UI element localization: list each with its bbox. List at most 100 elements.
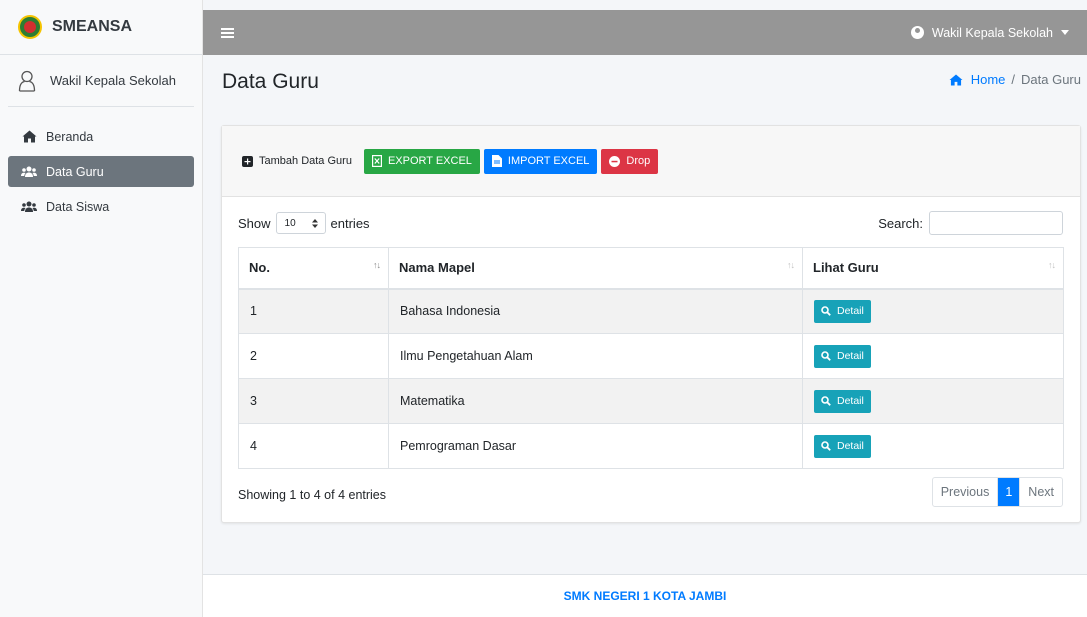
data-guru-table: No. ↑↓ Nama Mapel ↑↓ Lihat Guru ↑↓ 1 Bah… [238,247,1064,469]
column-label: Nama Mapel [399,260,475,276]
column-header-lihat-guru[interactable]: Lihat Guru ↑↓ [802,247,1064,290]
detail-button[interactable]: Detail [814,389,871,413]
table-row: 3 Matematika Detail [238,378,1064,424]
file-excel-icon [371,155,382,167]
sidebar-item-label: Data Siswa [46,199,110,214]
export-excel-button[interactable]: EXPORT EXCEL [363,148,480,174]
search-icon [821,306,831,317]
card-toolbar: Tambah Data Guru EXPORT EXCEL IMPORT EXC… [222,126,1080,197]
datatable-controls: Show 10 entries Search: [238,211,1063,235]
cell-action: Detail [802,423,1064,469]
entries-label: entries [330,215,370,231]
sidebar-item-data-guru[interactable]: Data Guru [8,156,194,187]
sidebar-item-label: Data Guru [46,164,104,179]
sidebar: SMEANSA Wakil Kepala Sekolah Beranda Dat… [0,0,203,617]
file-icon [491,155,502,167]
breadcrumb-home[interactable]: Home [949,72,1006,87]
entries-select[interactable]: 10 [275,212,326,234]
column-label: Lihat Guru [813,260,879,276]
search-icon [821,396,831,406]
cell-no: 3 [238,378,389,424]
cell-action: Detail [802,288,1064,334]
table-row: 1 Bahasa Indonesia Detail [238,288,1064,334]
topbar: Wakil Kepala Sekolah [203,10,1087,55]
table-row: 4 Pemrograman Dasar Detail [238,423,1064,469]
minus-circle-icon [609,155,621,167]
detail-button[interactable]: Detail [814,434,871,458]
entries-select-value: 10 [284,217,296,229]
detail-button[interactable]: Detail [814,344,871,368]
cell-action: Detail [802,333,1064,379]
sidebar-item-beranda[interactable]: Beranda [8,121,194,152]
pagination-page-1[interactable]: 1 [997,478,1020,506]
caret-down-icon [1061,30,1069,35]
pagination-next[interactable]: Next [1019,478,1062,506]
breadcrumb-separator: / [1011,72,1016,87]
users-icon [20,166,38,178]
breadcrumb-current: Data Guru [1021,72,1081,87]
brand-link[interactable]: SMEANSA [0,0,202,55]
import-excel-button[interactable]: IMPORT EXCEL [483,148,598,174]
user-panel[interactable]: Wakil Kepala Sekolah [8,55,194,107]
cell-mapel: Matematika [388,378,803,424]
drop-button-label: Drop [626,155,651,167]
detail-button[interactable]: Detail [814,299,871,323]
breadcrumb: Home / Data Guru [949,72,1081,87]
add-data-guru-button[interactable]: Tambah Data Guru [240,149,360,174]
sort-icon: ↑↓ [787,260,795,270]
table-row: 2 Ilmu Pengetahuan Alam Detail [238,333,1064,379]
datatable-search: Search: [878,211,1063,235]
search-label: Search: [878,215,923,231]
datatable-footer: Showing 1 to 4 of 4 entries Previous 1 N… [238,476,1063,508]
table-header-row: No. ↑↓ Nama Mapel ↑↓ Lihat Guru ↑↓ [238,247,1064,290]
page-footer: SMK NEGERI 1 KOTA JAMBI [203,574,1087,617]
home-icon [20,130,38,143]
plus-square-icon [242,155,253,167]
select-arrows-icon [311,218,318,228]
user-circle-icon [910,26,924,39]
sort-icon: ↑↓ [373,260,381,270]
detail-button-label: Detail [837,305,864,318]
sort-icon: ↑↓ [1048,260,1056,270]
pagination-previous[interactable]: Previous [933,478,998,506]
search-input[interactable] [929,211,1063,235]
pagination: Previous 1 Next [931,477,1063,507]
import-button-label: IMPORT EXCEL [507,155,590,167]
search-icon [821,351,831,361]
cell-no: 1 [238,288,389,334]
cell-mapel: Ilmu Pengetahuan Alam [388,333,803,379]
cell-mapel: Pemrograman Dasar [388,423,803,469]
brand-name: SMEANSA [52,18,133,35]
search-icon [821,441,831,451]
entries-length: Show 10 entries [238,212,370,234]
datatable-wrapper: Show 10 entries Search: No. ↑↓ Nama Mape… [222,197,1080,508]
users-icon [20,201,38,213]
column-label: No. [249,260,270,276]
add-button-label: Tambah Data Guru [259,155,352,167]
cell-action: Detail [802,378,1064,424]
show-label: Show [238,215,271,231]
sidebar-item-data-siswa[interactable]: Data Siswa [8,191,194,222]
user-outline-icon [16,69,38,93]
export-button-label: EXPORT EXCEL [387,155,472,167]
drop-button[interactable]: Drop [601,148,659,174]
cell-no: 2 [238,333,389,379]
detail-button-label: Detail [837,350,864,362]
detail-button-label: Detail [837,395,864,407]
brand-logo [18,15,42,39]
page-title: Data Guru [222,70,319,93]
column-header-no[interactable]: No. ↑↓ [238,247,389,290]
detail-button-label: Detail [837,440,864,452]
menu-toggle-icon[interactable] [221,27,234,38]
user-name: Wakil Kepala Sekolah [50,73,176,88]
sidebar-item-label: Beranda [46,129,94,144]
user-dropdown-label: Wakil Kepala Sekolah [931,25,1053,40]
sidebar-nav: Beranda Data Guru Data Siswa [0,107,202,222]
user-dropdown[interactable]: Wakil Kepala Sekolah [910,25,1069,40]
cell-mapel: Bahasa Indonesia [388,288,803,334]
home-icon [949,73,963,86]
footer-text[interactable]: SMK NEGERI 1 KOTA JAMBI [564,589,727,603]
datatable-info: Showing 1 to 4 of 4 entries [238,488,387,502]
column-header-nama-mapel[interactable]: Nama Mapel ↑↓ [388,247,803,290]
breadcrumb-home-label: Home [970,72,1006,87]
